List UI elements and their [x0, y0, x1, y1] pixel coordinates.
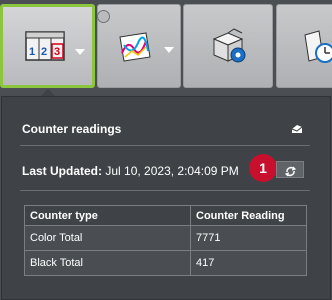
counter-reading-cell: 417	[190, 250, 307, 276]
schedule-button[interactable]	[276, 4, 332, 88]
counter-readings-button[interactable]: 1 2 3	[0, 4, 95, 88]
divider	[20, 190, 310, 191]
counter-readings-popup: Counter readings Last Updated: Jul 10, 2…	[1, 96, 331, 300]
table-row: Color Total 7771	[24, 225, 307, 251]
counter-icon: 1 2 3	[25, 31, 65, 66]
counter-type-cell: Color Total	[24, 225, 191, 251]
column-header: Counter Reading	[190, 205, 307, 226]
counter-digit: 1	[29, 46, 35, 58]
print-quality-button[interactable]	[97, 4, 181, 88]
package-gear-icon	[208, 27, 250, 70]
package-settings-button[interactable]	[183, 4, 273, 88]
last-updated-value: Jul 10, 2023, 2:04:09 PM	[105, 164, 239, 178]
counter-digit: 2	[41, 46, 47, 58]
counter-type-cell: Black Total	[24, 250, 191, 276]
last-updated: Last Updated: Jul 10, 2023, 2:04:09 PM	[22, 164, 239, 178]
chevron-down-icon	[75, 49, 85, 55]
counter-reading-cell: 7771	[190, 225, 307, 251]
table-row: Black Total 417	[24, 250, 307, 276]
toolbar: 1 2 3	[0, 0, 332, 94]
last-updated-label: Last Updated:	[22, 164, 103, 178]
divider	[20, 145, 310, 146]
counter-table: Counter type Counter Reading Color Total…	[24, 205, 307, 276]
chevron-down-icon	[164, 47, 174, 53]
refresh-button[interactable]	[276, 161, 304, 178]
table-header-row: Counter type Counter Reading	[24, 205, 307, 226]
column-header: Counter type	[24, 205, 191, 226]
popup-title: Counter readings	[22, 122, 122, 136]
status-led-icon	[97, 10, 110, 23]
schedule-clock-icon	[301, 27, 332, 70]
counter-digit: 3	[54, 46, 60, 58]
collapse-icon[interactable]	[291, 121, 303, 133]
print-quality-icon	[116, 31, 156, 68]
refresh-icon	[284, 164, 297, 182]
callout-badge: 1	[249, 154, 277, 182]
